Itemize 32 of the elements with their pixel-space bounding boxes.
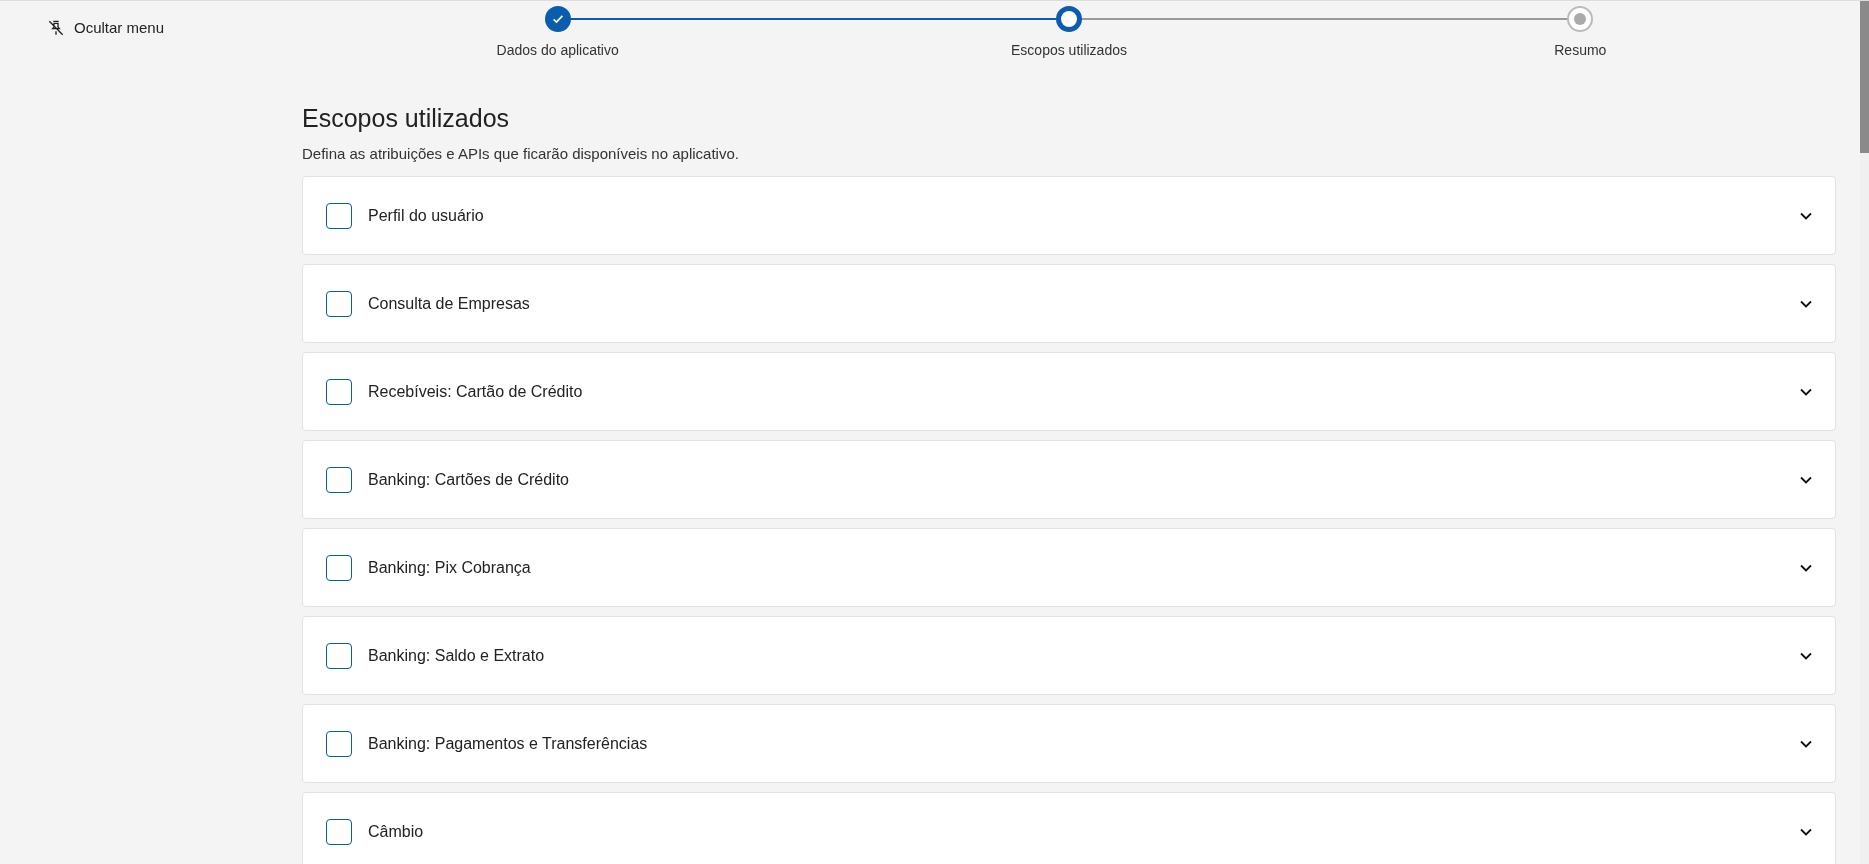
checkbox[interactable] xyxy=(326,290,352,317)
scope-accordion-item[interactable]: Câmbio xyxy=(302,792,1836,864)
scope-label: Banking: Cartões de Crédito xyxy=(368,470,570,489)
scope-accordion-item[interactable]: Perfil do usuário xyxy=(302,176,1836,255)
section-description: Defina as atribuições e APIs que ficarão disponíveis no aplicativo. xyxy=(302,145,740,162)
scope-label: Recebíveis: Cartão de Crédito xyxy=(368,382,584,401)
hide-menu-button[interactable]: Ocultar menu xyxy=(48,19,165,36)
checkbox[interactable] xyxy=(326,642,352,669)
scope-accordion-item[interactable]: Banking: Saldo e Extrato xyxy=(302,616,1836,695)
scope-accordion-item[interactable]: Banking: Pix Cobrança xyxy=(302,528,1836,607)
step-label: Dados do aplicativo xyxy=(496,42,619,58)
scope-label: Banking: Saldo e Extrato xyxy=(368,646,546,665)
scope-label: Consulta de Empresas xyxy=(368,294,531,313)
scope-label: Banking: Pix Cobrança xyxy=(368,558,532,577)
checkbox[interactable] xyxy=(326,202,352,229)
pin-off-icon xyxy=(48,19,64,36)
checkbox[interactable] xyxy=(326,554,352,581)
checkbox[interactable] xyxy=(326,466,352,493)
checkbox[interactable] xyxy=(326,730,352,757)
section-title: Escopos utilizados xyxy=(302,104,511,133)
checkbox[interactable] xyxy=(326,378,352,405)
scope-accordion-item[interactable]: Banking: Cartões de Crédito xyxy=(302,440,1836,519)
step-label: Escopos utilizados xyxy=(1011,42,1127,58)
scope-label: Banking: Pagamentos e Transferências xyxy=(368,734,649,753)
scope-accordion-item[interactable]: Recebíveis: Cartão de Crédito xyxy=(302,352,1836,431)
scrollbar[interactable] xyxy=(1860,1,1869,864)
scope-label: Câmbio xyxy=(368,822,425,841)
scope-label: Perfil do usuário xyxy=(368,206,485,225)
scope-accordion-item[interactable]: Consulta de Empresas xyxy=(302,264,1836,343)
checkbox[interactable] xyxy=(326,818,352,845)
step-label: Resumo xyxy=(1554,42,1607,58)
scope-accordion-item[interactable]: Banking: Pagamentos e Transferências xyxy=(302,704,1836,783)
